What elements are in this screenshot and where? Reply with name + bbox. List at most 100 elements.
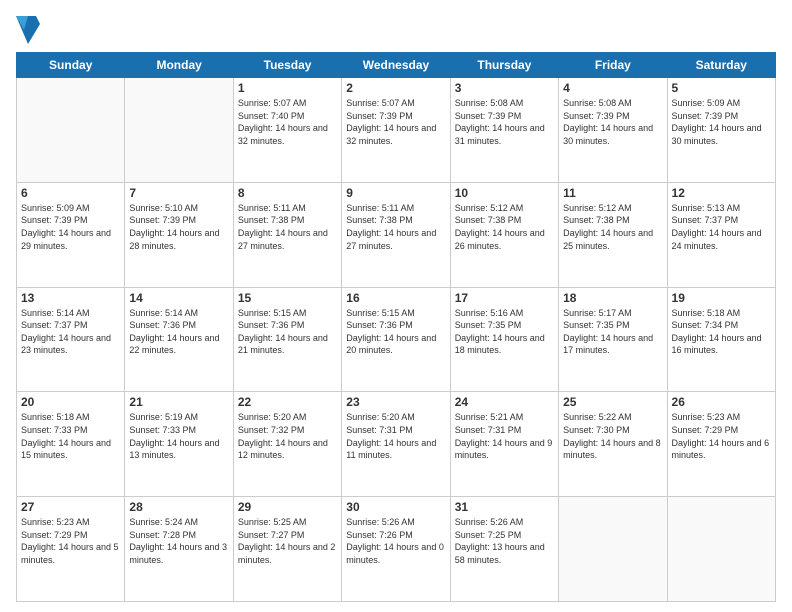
day-number: 30 — [346, 500, 445, 514]
calendar-cell: 9Sunrise: 5:11 AMSunset: 7:38 PMDaylight… — [342, 182, 450, 287]
calendar-cell: 27 Sunrise: 5:23 AMSunset: 7:29 PMDayligh… — [17, 497, 125, 602]
calendar-cell: 4 Sunrise: 5:08 AMSunset: 7:39 PMDaylight… — [559, 78, 667, 183]
weekday-header-monday: Monday — [125, 53, 233, 78]
calendar-cell: 14Sunrise: 5:14 AMSunset: 7:36 PMDayligh… — [125, 287, 233, 392]
day-info: Sunrise: 5:08 AMSunset: 7:39 PMDaylight:… — [455, 97, 554, 147]
day-number: 26 — [672, 395, 771, 409]
day-number: 29 — [238, 500, 337, 514]
day-info: Sunrise: 5:18 AMSunset: 7:33 PMDaylight:… — [21, 411, 120, 461]
calendar-cell: 23 Sunrise: 5:20 AMSunset: 7:31 PMDayligh… — [342, 392, 450, 497]
weekday-header-tuesday: Tuesday — [233, 53, 341, 78]
day-info: Sunrise: 5:26 AMSunset: 7:26 PMDaylight:… — [346, 516, 445, 566]
weekday-header-sunday: Sunday — [17, 53, 125, 78]
day-info: Sunrise: 5:25 AMSunset: 7:27 PMDaylight:… — [238, 516, 337, 566]
calendar-cell: 7 Sunrise: 5:10 AMSunset: 7:39 PMDaylight… — [125, 182, 233, 287]
calendar-cell: 6 Sunrise: 5:09 AMSunset: 7:39 PMDaylight… — [17, 182, 125, 287]
calendar-cell — [559, 497, 667, 602]
calendar-cell: 3 Sunrise: 5:08 AMSunset: 7:39 PMDaylight… — [450, 78, 558, 183]
day-info: Sunrise: 5:11 AMSunset: 7:38 PMDaylight:… — [346, 202, 445, 252]
logo-icon — [16, 16, 40, 44]
day-info: Sunrise: 5:16 AMSunset: 7:35 PMDaylight:… — [455, 307, 554, 357]
day-info: Sunrise: 5:12 AMSunset: 7:38 PMDaylight:… — [563, 202, 662, 252]
day-number: 4 — [563, 81, 662, 95]
day-info: Sunrise: 5:18 AMSunset: 7:34 PMDaylight:… — [672, 307, 771, 357]
calendar-table: SundayMondayTuesdayWednesdayThursdayFrid… — [16, 52, 776, 602]
day-number: 3 — [455, 81, 554, 95]
day-number: 14 — [129, 291, 228, 305]
day-info: Sunrise: 5:07 AMSunset: 7:39 PMDaylight:… — [346, 97, 445, 147]
calendar-cell: 29 Sunrise: 5:25 AMSunset: 7:27 PMDayligh… — [233, 497, 341, 602]
day-info: Sunrise: 5:13 AMSunset: 7:37 PMDaylight:… — [672, 202, 771, 252]
day-number: 21 — [129, 395, 228, 409]
day-info: Sunrise: 5:20 AMSunset: 7:32 PMDaylight:… — [238, 411, 337, 461]
day-number: 7 — [129, 186, 228, 200]
calendar-cell: 20Sunrise: 5:18 AMSunset: 7:33 PMDayligh… — [17, 392, 125, 497]
day-number: 8 — [238, 186, 337, 200]
day-number: 28 — [129, 500, 228, 514]
logo — [16, 16, 42, 44]
weekday-header-friday: Friday — [559, 53, 667, 78]
day-info: Sunrise: 5:20 AMSunset: 7:31 PMDaylight:… — [346, 411, 445, 461]
day-number: 17 — [455, 291, 554, 305]
day-number: 1 — [238, 81, 337, 95]
day-info: Sunrise: 5:09 AMSunset: 7:39 PMDaylight:… — [21, 202, 120, 252]
calendar-cell: 19 Sunrise: 5:18 AMSunset: 7:34 PMDayligh… — [667, 287, 775, 392]
day-info: Sunrise: 5:22 AMSunset: 7:30 PMDaylight:… — [563, 411, 662, 461]
calendar-week-0: 1 Sunrise: 5:07 AMSunset: 7:40 PMDaylight… — [17, 78, 776, 183]
day-number: 11 — [563, 186, 662, 200]
calendar-cell: 22Sunrise: 5:20 AMSunset: 7:32 PMDayligh… — [233, 392, 341, 497]
day-info: Sunrise: 5:21 AMSunset: 7:31 PMDaylight:… — [455, 411, 554, 461]
day-number: 6 — [21, 186, 120, 200]
calendar-cell: 28 Sunrise: 5:24 AMSunset: 7:28 PMDayligh… — [125, 497, 233, 602]
day-info: Sunrise: 5:15 AMSunset: 7:36 PMDaylight:… — [346, 307, 445, 357]
calendar-cell: 30 Sunrise: 5:26 AMSunset: 7:26 PMDayligh… — [342, 497, 450, 602]
day-number: 19 — [672, 291, 771, 305]
day-info: Sunrise: 5:19 AMSunset: 7:33 PMDaylight:… — [129, 411, 228, 461]
header — [16, 16, 776, 44]
weekday-header-thursday: Thursday — [450, 53, 558, 78]
day-info: Sunrise: 5:08 AMSunset: 7:39 PMDaylight:… — [563, 97, 662, 147]
calendar-week-3: 20Sunrise: 5:18 AMSunset: 7:33 PMDayligh… — [17, 392, 776, 497]
calendar-cell — [667, 497, 775, 602]
day-info: Sunrise: 5:15 AMSunset: 7:36 PMDaylight:… — [238, 307, 337, 357]
calendar-cell: 31Sunrise: 5:26 AMSunset: 7:25 PMDayligh… — [450, 497, 558, 602]
day-number: 5 — [672, 81, 771, 95]
day-info: Sunrise: 5:23 AMSunset: 7:29 PMDaylight:… — [21, 516, 120, 566]
calendar-cell: 24 Sunrise: 5:21 AMSunset: 7:31 PMDayligh… — [450, 392, 558, 497]
calendar-cell: 12 Sunrise: 5:13 AMSunset: 7:37 PMDayligh… — [667, 182, 775, 287]
day-info: Sunrise: 5:24 AMSunset: 7:28 PMDaylight:… — [129, 516, 228, 566]
day-info: Sunrise: 5:11 AMSunset: 7:38 PMDaylight:… — [238, 202, 337, 252]
day-number: 16 — [346, 291, 445, 305]
day-number: 15 — [238, 291, 337, 305]
calendar-cell: 25 Sunrise: 5:22 AMSunset: 7:30 PMDayligh… — [559, 392, 667, 497]
calendar-cell — [125, 78, 233, 183]
calendar-cell: 15 Sunrise: 5:15 AMSunset: 7:36 PMDayligh… — [233, 287, 341, 392]
calendar-week-2: 13 Sunrise: 5:14 AMSunset: 7:37 PMDayligh… — [17, 287, 776, 392]
day-info: Sunrise: 5:10 AMSunset: 7:39 PMDaylight:… — [129, 202, 228, 252]
calendar-cell: 11 Sunrise: 5:12 AMSunset: 7:38 PMDayligh… — [559, 182, 667, 287]
day-info: Sunrise: 5:23 AMSunset: 7:29 PMDaylight:… — [672, 411, 771, 461]
day-info: Sunrise: 5:09 AMSunset: 7:39 PMDaylight:… — [672, 97, 771, 147]
day-number: 2 — [346, 81, 445, 95]
day-info: Sunrise: 5:14 AMSunset: 7:37 PMDaylight:… — [21, 307, 120, 357]
day-number: 23 — [346, 395, 445, 409]
day-number: 18 — [563, 291, 662, 305]
day-info: Sunrise: 5:12 AMSunset: 7:38 PMDaylight:… — [455, 202, 554, 252]
day-number: 25 — [563, 395, 662, 409]
calendar-cell — [17, 78, 125, 183]
calendar-cell: 1 Sunrise: 5:07 AMSunset: 7:40 PMDaylight… — [233, 78, 341, 183]
calendar-cell: 17 Sunrise: 5:16 AMSunset: 7:35 PMDayligh… — [450, 287, 558, 392]
day-number: 24 — [455, 395, 554, 409]
calendar-week-4: 27 Sunrise: 5:23 AMSunset: 7:29 PMDayligh… — [17, 497, 776, 602]
day-info: Sunrise: 5:17 AMSunset: 7:35 PMDaylight:… — [563, 307, 662, 357]
weekday-header-row: SundayMondayTuesdayWednesdayThursdayFrid… — [17, 53, 776, 78]
calendar-cell: 2 Sunrise: 5:07 AMSunset: 7:39 PMDaylight… — [342, 78, 450, 183]
page: SundayMondayTuesdayWednesdayThursdayFrid… — [0, 0, 792, 612]
day-info: Sunrise: 5:07 AMSunset: 7:40 PMDaylight:… — [238, 97, 337, 147]
day-number: 12 — [672, 186, 771, 200]
day-number: 27 — [21, 500, 120, 514]
weekday-header-wednesday: Wednesday — [342, 53, 450, 78]
calendar-cell: 10 Sunrise: 5:12 AMSunset: 7:38 PMDayligh… — [450, 182, 558, 287]
day-number: 10 — [455, 186, 554, 200]
day-number: 13 — [21, 291, 120, 305]
